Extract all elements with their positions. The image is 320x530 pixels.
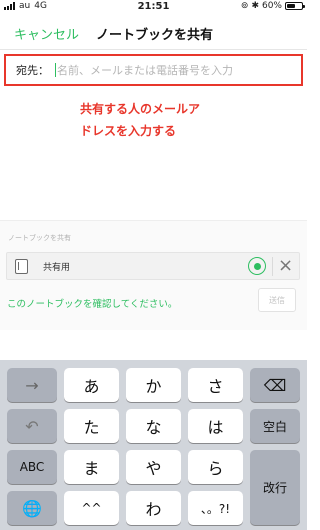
annotation-line-1: 共有する人のメールア bbox=[80, 102, 201, 116]
return-key[interactable]: 改行 bbox=[250, 450, 300, 525]
text-cursor bbox=[55, 63, 56, 77]
key-wa[interactable]: わ bbox=[126, 491, 181, 525]
section-label: ノートブックを共有 bbox=[8, 234, 71, 242]
key-ta[interactable]: た bbox=[64, 409, 119, 443]
abc-key[interactable]: ABC bbox=[7, 450, 57, 484]
key-ya[interactable]: や bbox=[126, 450, 181, 484]
annotation-line-2: ドレスを入力する bbox=[80, 124, 177, 138]
status-bar: au 4G 21:51 ⊚ ✱ 60% bbox=[0, 0, 307, 14]
evernote-icon[interactable] bbox=[248, 257, 266, 275]
undo-icon[interactable]: ↶ bbox=[7, 409, 57, 443]
space-key[interactable]: 空白 bbox=[250, 409, 300, 443]
key-punctuation[interactable]: 、。?! bbox=[188, 491, 243, 525]
delete-icon[interactable]: ⌫ bbox=[250, 368, 300, 402]
notebook-name: 共有用 bbox=[43, 263, 71, 273]
key-ma[interactable]: ま bbox=[64, 450, 119, 484]
send-button[interactable]: 送信 bbox=[258, 288, 296, 312]
recipient-input[interactable] bbox=[57, 63, 277, 77]
battery-fill bbox=[287, 4, 296, 8]
notebook-card[interactable]: 共有用 × bbox=[6, 252, 300, 280]
recipient-field[interactable]: 宛先： bbox=[4, 54, 303, 86]
orientation-lock-icon: ⊚ bbox=[240, 1, 249, 11]
key-sa[interactable]: さ bbox=[188, 368, 243, 402]
instruction-annotation: 共有する人のメールア ドレスを入力する bbox=[80, 98, 270, 142]
key-a[interactable]: あ bbox=[64, 368, 119, 402]
card-divider bbox=[272, 257, 273, 276]
key-dakuten[interactable]: ^^ bbox=[64, 491, 119, 525]
recipient-label: 宛先： bbox=[16, 64, 49, 77]
bluetooth-icon: ✱ bbox=[251, 1, 259, 11]
confirm-notebook-link[interactable]: このノートブックを確認してください。 bbox=[7, 296, 177, 310]
key-ha[interactable]: は bbox=[188, 409, 243, 443]
page-title: ノートブックを共有 bbox=[96, 28, 214, 43]
close-icon[interactable]: × bbox=[278, 254, 293, 278]
status-right: ⊚ ✱ 60% bbox=[240, 1, 305, 11]
key-na[interactable]: な bbox=[126, 409, 181, 443]
battery-icon bbox=[285, 2, 305, 10]
nav-bar: キャンセル ノートブックを共有 bbox=[0, 14, 307, 50]
keyboard: → あ か さ ⌫ ↶ た な は 空白 ABC ま や ら 改行 🌐 ^^ わ… bbox=[0, 360, 307, 530]
cancel-button[interactable]: キャンセル bbox=[14, 24, 79, 43]
key-ra[interactable]: ら bbox=[188, 450, 243, 484]
right-arrow-icon[interactable]: → bbox=[7, 368, 57, 402]
globe-icon[interactable]: 🌐 bbox=[7, 491, 57, 525]
share-panel: ノートブックを共有 共有用 × このノートブックを確認してください。 送信 bbox=[0, 220, 307, 330]
battery-percent: 60% bbox=[261, 1, 282, 11]
notebook-icon bbox=[15, 259, 28, 274]
key-ka[interactable]: か bbox=[126, 368, 181, 402]
